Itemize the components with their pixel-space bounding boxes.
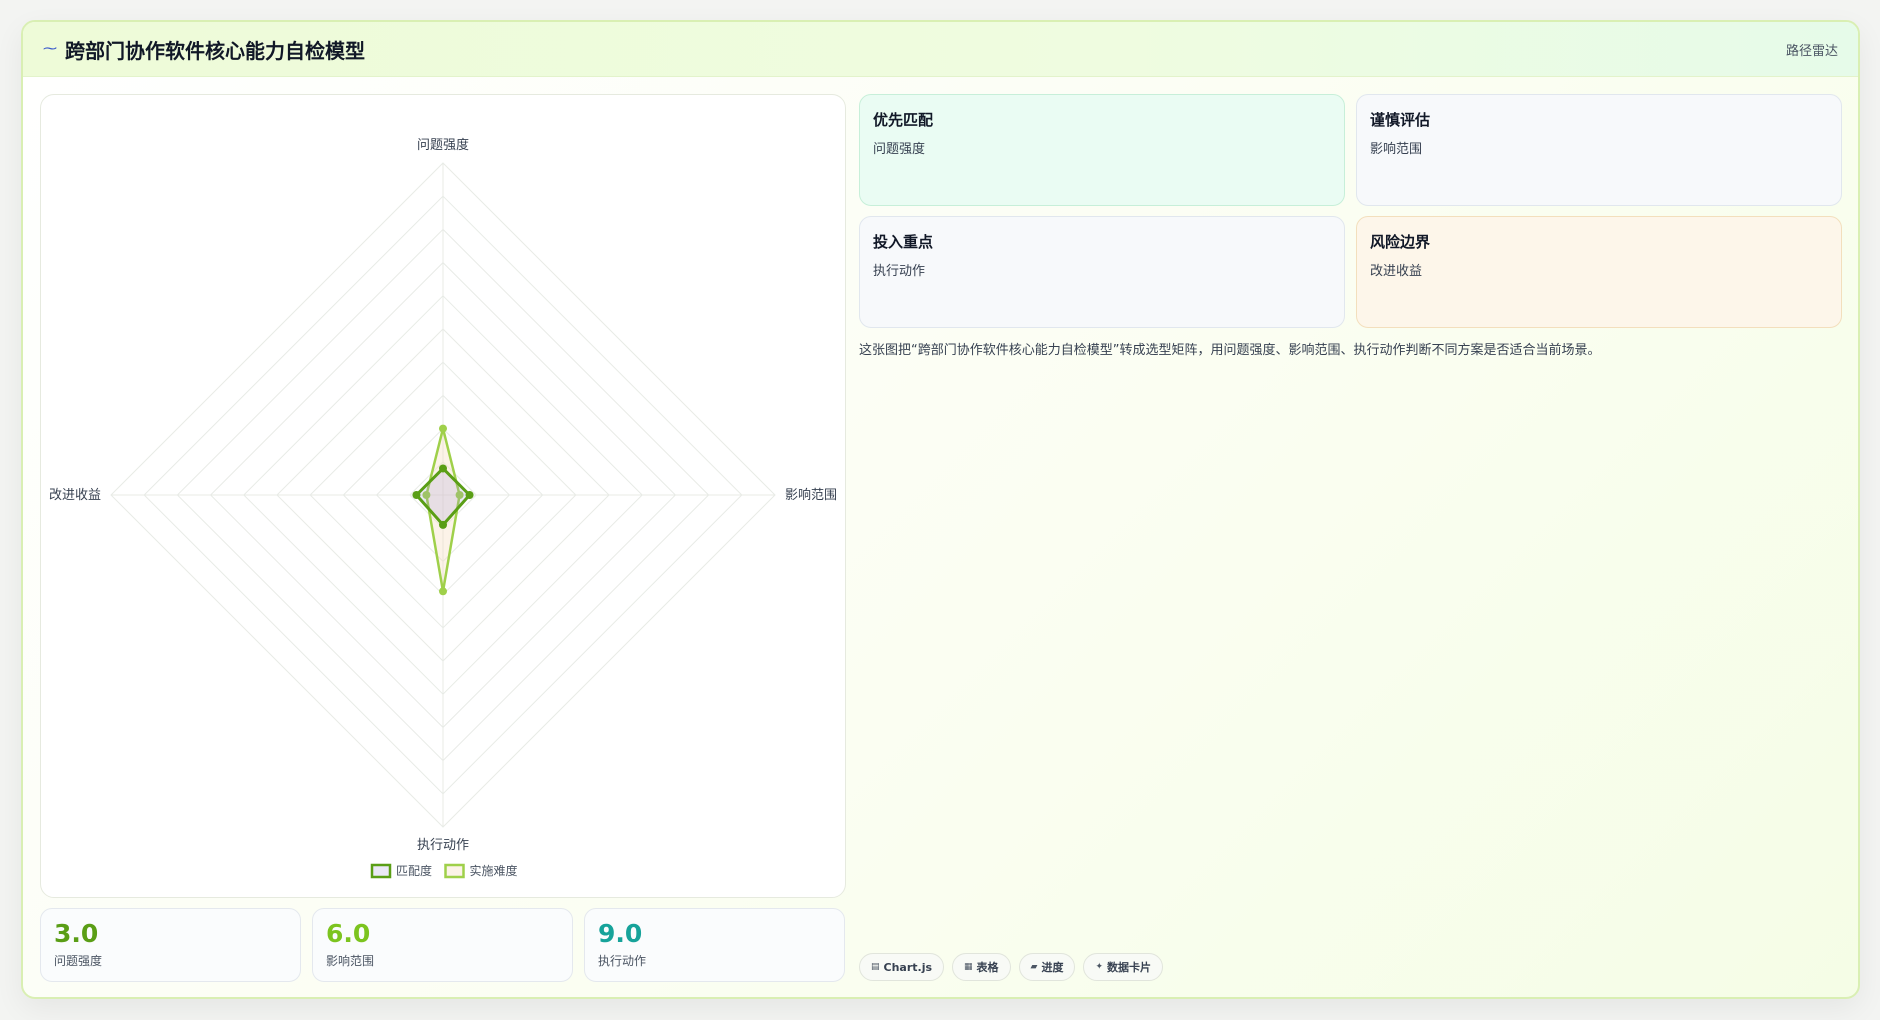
- stat-value: 6.0: [326, 919, 371, 948]
- wave-icon: ⁓: [43, 41, 57, 57]
- data-point: [465, 491, 474, 499]
- chart-description: 这张图把“跨部门协作软件核心能力自检模型”转成选型矩阵，用问题强度、影响范围、执…: [859, 343, 1601, 358]
- tag-label: 数据卡片: [1107, 961, 1152, 974]
- card-investment-focus: 投入重点 执行动作: [859, 216, 1345, 328]
- card-subtitle: 影响范围: [1370, 142, 1423, 157]
- stat-label: 影响范围: [326, 954, 375, 968]
- route-link[interactable]: 路径雷达: [1786, 40, 1838, 59]
- card-subtitle: 问题强度: [873, 142, 926, 157]
- data-point: [439, 520, 447, 529]
- stat-card-problem-intensity: 3.0 问题强度: [40, 908, 301, 982]
- sparkle-icon: ✦: [1095, 962, 1104, 972]
- stat-card-impact-scope: 6.0 影响范围: [312, 908, 573, 982]
- radar-chart-card: 问题强度影响范围执行动作 改进收益匹配度 实施难度: [40, 94, 846, 898]
- axis-label: 改进收益: [49, 488, 101, 503]
- card-title: 投入重点: [873, 233, 934, 251]
- stat-value: 3.0: [54, 919, 99, 948]
- card-careful-evaluation: 谨慎评估 影响范围: [1356, 94, 1842, 206]
- card-subtitle: 改进收益: [1370, 264, 1423, 279]
- stat-label: 执行动作: [598, 954, 647, 968]
- card-risk-boundary: 风险边界 改进收益: [1356, 216, 1842, 328]
- radar-chart: 问题强度影响范围执行动作 改进收益匹配度 实施难度: [49, 137, 837, 879]
- header-bar: ⁓ 跨部门协作软件核心能力自检模型 路径雷达: [23, 22, 1858, 77]
- tag-label: 表格: [976, 961, 999, 974]
- data-point: [412, 491, 421, 499]
- stat-value: 9.0: [598, 919, 643, 948]
- data-point: [439, 464, 447, 473]
- tag-list: ▤ Chart.js ▦ 表格 ▰ 进度 ✦ 数据卡片: [859, 953, 1164, 981]
- stat-card-execution-action: 9.0 执行动作: [584, 908, 845, 982]
- card-title: 优先匹配: [873, 111, 934, 129]
- tag-table[interactable]: ▦ 表格: [952, 953, 1011, 981]
- series-area: [414, 466, 472, 527]
- legend-swatch: [370, 863, 392, 879]
- page-title: 跨部门协作软件核心能力自检模型: [65, 38, 365, 63]
- axis-label: 问题强度: [417, 137, 469, 153]
- progress-icon: ▰: [1030, 962, 1038, 972]
- chart-icon: ▤: [871, 962, 880, 972]
- stat-label: 问题强度: [54, 954, 103, 968]
- table-icon: ▦: [964, 962, 973, 972]
- tag-chartjs[interactable]: ▤ Chart.js: [859, 953, 945, 981]
- card-priority-match: 优先匹配 问题强度: [859, 94, 1345, 206]
- axis-label: 执行动作: [417, 838, 469, 853]
- card-title: 风险边界: [1370, 233, 1431, 251]
- tag-label: Chart.js: [883, 960, 933, 974]
- data-point: [439, 424, 447, 433]
- tag-data-cards[interactable]: ✦ 数据卡片: [1083, 953, 1164, 981]
- legend-label: 实施难度: [470, 863, 518, 878]
- legend-swatch: [444, 863, 465, 879]
- dashboard-frame: ⁓ 跨部门协作软件核心能力自检模型 路径雷达 问题强度 影响范围 执行动作 改进收益匹…: [21, 20, 1860, 999]
- card-subtitle: 执行动作: [873, 264, 926, 279]
- data-point: [439, 587, 447, 596]
- legend-label: 匹配度: [396, 863, 432, 878]
- axis-label: 影响范围: [785, 487, 837, 503]
- card-title: 谨慎评估: [1370, 111, 1431, 129]
- tag-label: 进度: [1041, 961, 1064, 974]
- tag-progress[interactable]: ▰ 进度: [1018, 953, 1076, 981]
